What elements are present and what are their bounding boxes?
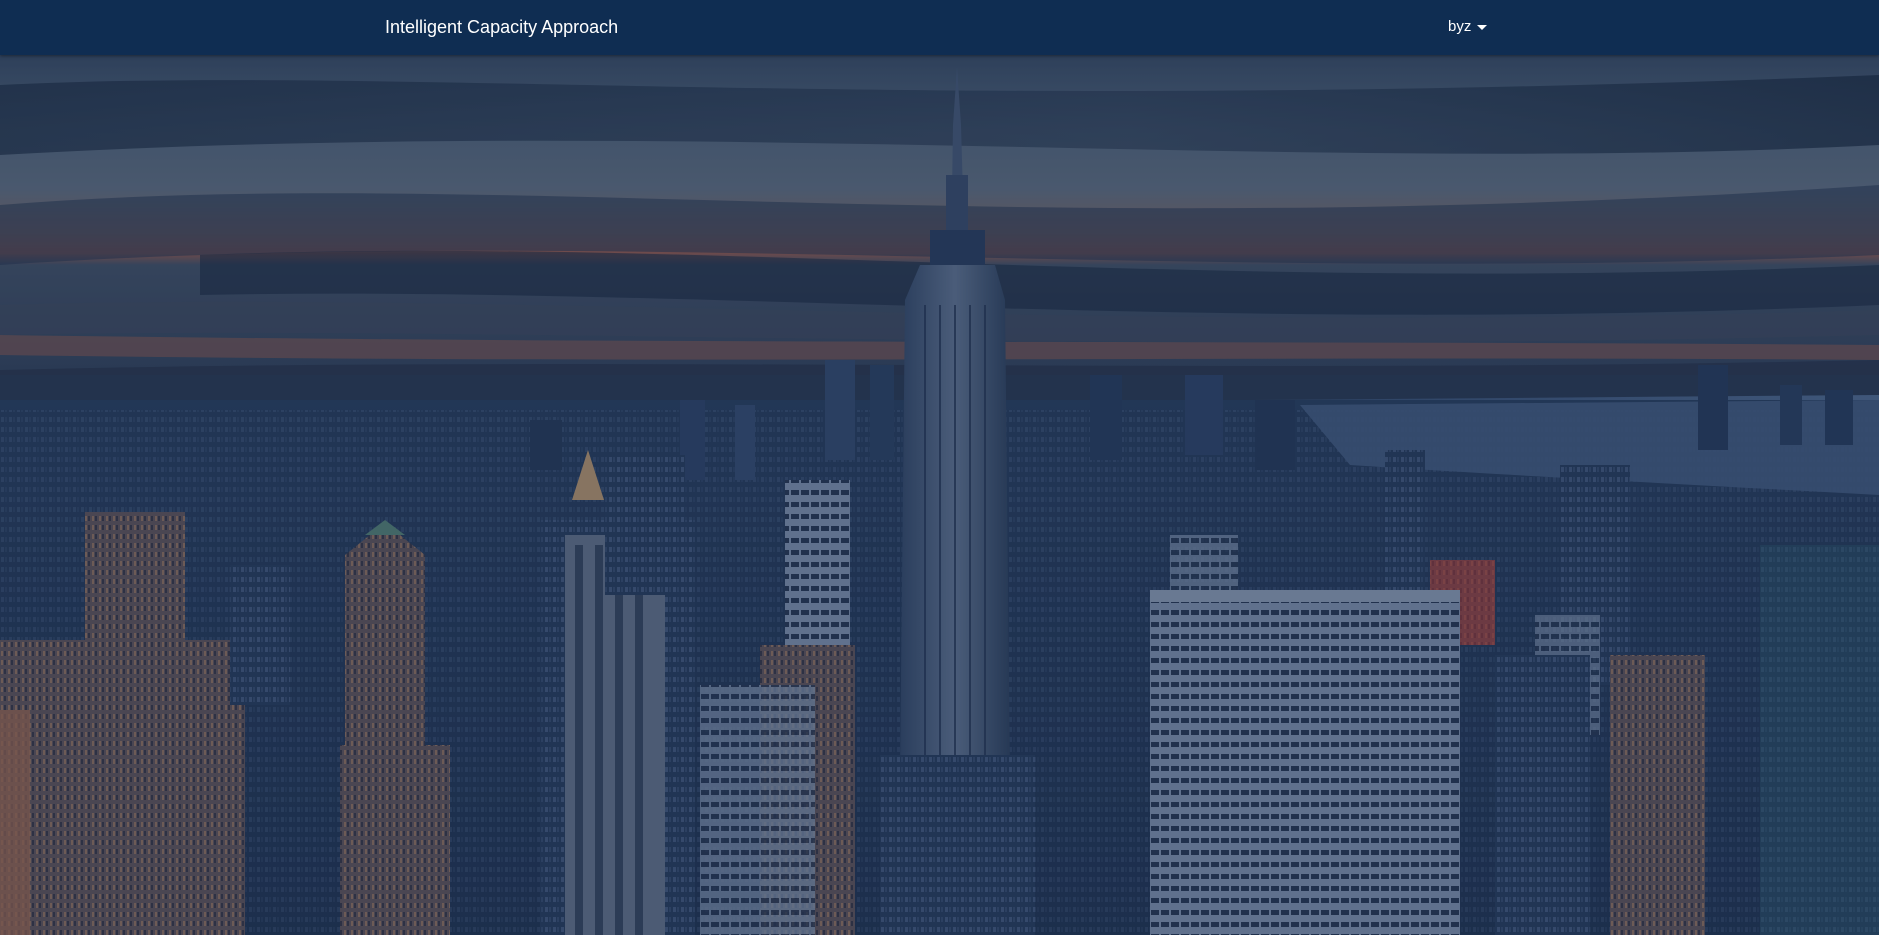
caret-down-icon bbox=[1477, 25, 1488, 30]
city-skyline-image bbox=[0, 55, 1879, 935]
brand-link[interactable]: Intelligent Capacity Approach bbox=[385, 16, 618, 38]
user-dropdown-toggle[interactable]: byz bbox=[1448, 17, 1488, 37]
top-navbar: Intelligent Capacity Approach byz bbox=[0, 0, 1879, 55]
hero-background-image bbox=[0, 55, 1879, 935]
user-name: byz bbox=[1448, 18, 1472, 35]
